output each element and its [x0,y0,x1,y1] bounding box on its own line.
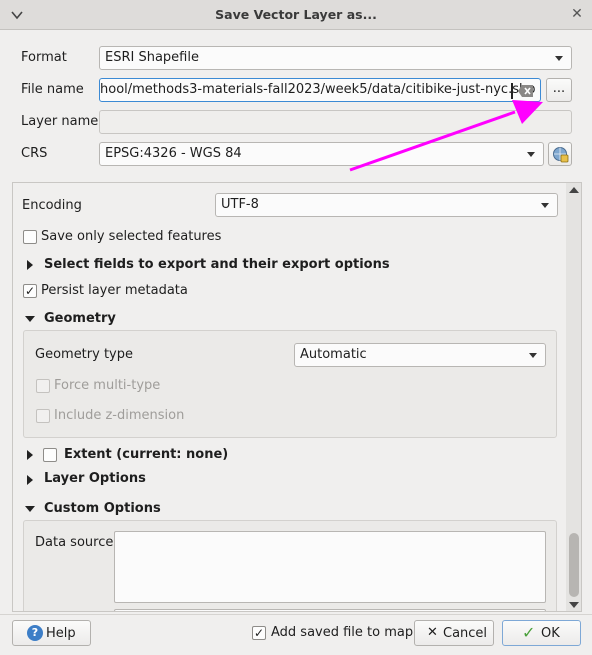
extent-section[interactable]: Extent (current: none) [64,447,228,462]
add-to-map-label: Add saved file to map [271,625,414,640]
geometry-type-value: Automatic [300,347,367,362]
encoding-value: UTF-8 [221,197,259,212]
collapse-arrow-icon[interactable] [25,506,35,512]
ok-label: OK [541,626,560,641]
cancel-button[interactable]: ✕ Cancel [414,620,494,646]
cancel-label: Cancel [443,626,488,641]
ok-check-icon: ✓ [522,623,536,642]
geometry-type-select[interactable]: Automatic [294,343,546,367]
geometry-groupbox: Geometry type Automatic Force multi-type… [23,330,557,438]
crs-value: EPSG:4326 - WGS 84 [105,146,242,161]
vertical-scrollbar[interactable] [566,183,581,611]
filename-input[interactable]: hool/methods3-materials-fall2023/week5/d… [99,78,541,102]
save-selected-checkbox[interactable] [23,230,37,244]
save-selected-label: Save only selected features [41,229,222,244]
crs-select[interactable]: EPSG:4326 - WGS 84 [99,142,544,166]
collapse-arrow-icon[interactable] [25,316,35,322]
ok-button[interactable]: ✓ OK [502,620,581,646]
layer-options-section[interactable]: Layer Options [44,471,146,486]
scroll-up-icon[interactable] [569,187,579,193]
persist-metadata-label: Persist layer metadata [41,283,188,298]
format-select[interactable]: ESRI Shapefile [99,46,572,70]
cancel-x-icon: ✕ [427,625,438,640]
force-multi-label: Force multi-type [54,378,161,393]
custom-options-groupbox: Data source [23,520,557,611]
footer-separator [0,614,592,615]
layername-input[interactable] [99,110,572,134]
encoding-label: Encoding [22,198,82,213]
chevron-down-icon [529,353,537,358]
text-cursor [511,83,513,99]
help-label: Help [46,626,76,641]
layer-options-textarea[interactable] [114,609,546,611]
format-label: Format [21,50,67,65]
include-z-label: Include z-dimension [54,408,185,423]
browse-button[interactable]: ... [546,78,572,102]
add-to-map-checkbox[interactable]: ✓ [252,626,266,640]
window-title: Save Vector Layer as... [215,7,377,22]
data-source-label: Data source [35,535,114,550]
crs-selector-button[interactable] [548,142,572,166]
clear-text-icon[interactable] [517,84,535,98]
expand-arrow-icon[interactable] [27,260,33,270]
layername-label: Layer name [21,114,99,129]
custom-options-section[interactable]: Custom Options [44,501,161,516]
persist-metadata-checkbox[interactable]: ✓ [23,284,37,298]
select-fields-section[interactable]: Select fields to export and their export… [44,257,390,272]
expand-arrow-icon[interactable] [27,450,33,460]
title-bar: Save Vector Layer as... ✕ [0,0,592,30]
filename-value: hool/methods3-materials-fall2023/week5/d… [100,82,536,97]
scrollbar-thumb[interactable] [569,533,579,597]
chevron-down-icon [541,203,549,208]
extent-checkbox[interactable] [43,448,57,462]
help-button[interactable]: ? Help [12,620,91,646]
include-z-checkbox[interactable] [36,409,50,423]
options-scroll-area: Encoding UTF-8 Save only selected featur… [12,182,582,612]
encoding-select[interactable]: UTF-8 [215,193,558,217]
help-icon: ? [27,625,43,641]
scroll-down-icon[interactable] [569,602,579,608]
expand-arrow-icon[interactable] [27,475,33,485]
chevron-down-icon [555,56,563,61]
crs-selector-icon [553,147,569,163]
chevron-down-icon [527,152,535,157]
force-multi-checkbox[interactable] [36,379,50,393]
browse-button-label: ... [552,81,566,96]
close-icon[interactable]: ✕ [569,6,585,22]
filename-label: File name [21,82,84,97]
geometry-type-label: Geometry type [35,347,133,362]
format-value: ESRI Shapefile [105,50,199,65]
data-source-textarea[interactable] [114,531,546,603]
crs-label: CRS [21,146,48,161]
geometry-section[interactable]: Geometry [44,311,116,326]
